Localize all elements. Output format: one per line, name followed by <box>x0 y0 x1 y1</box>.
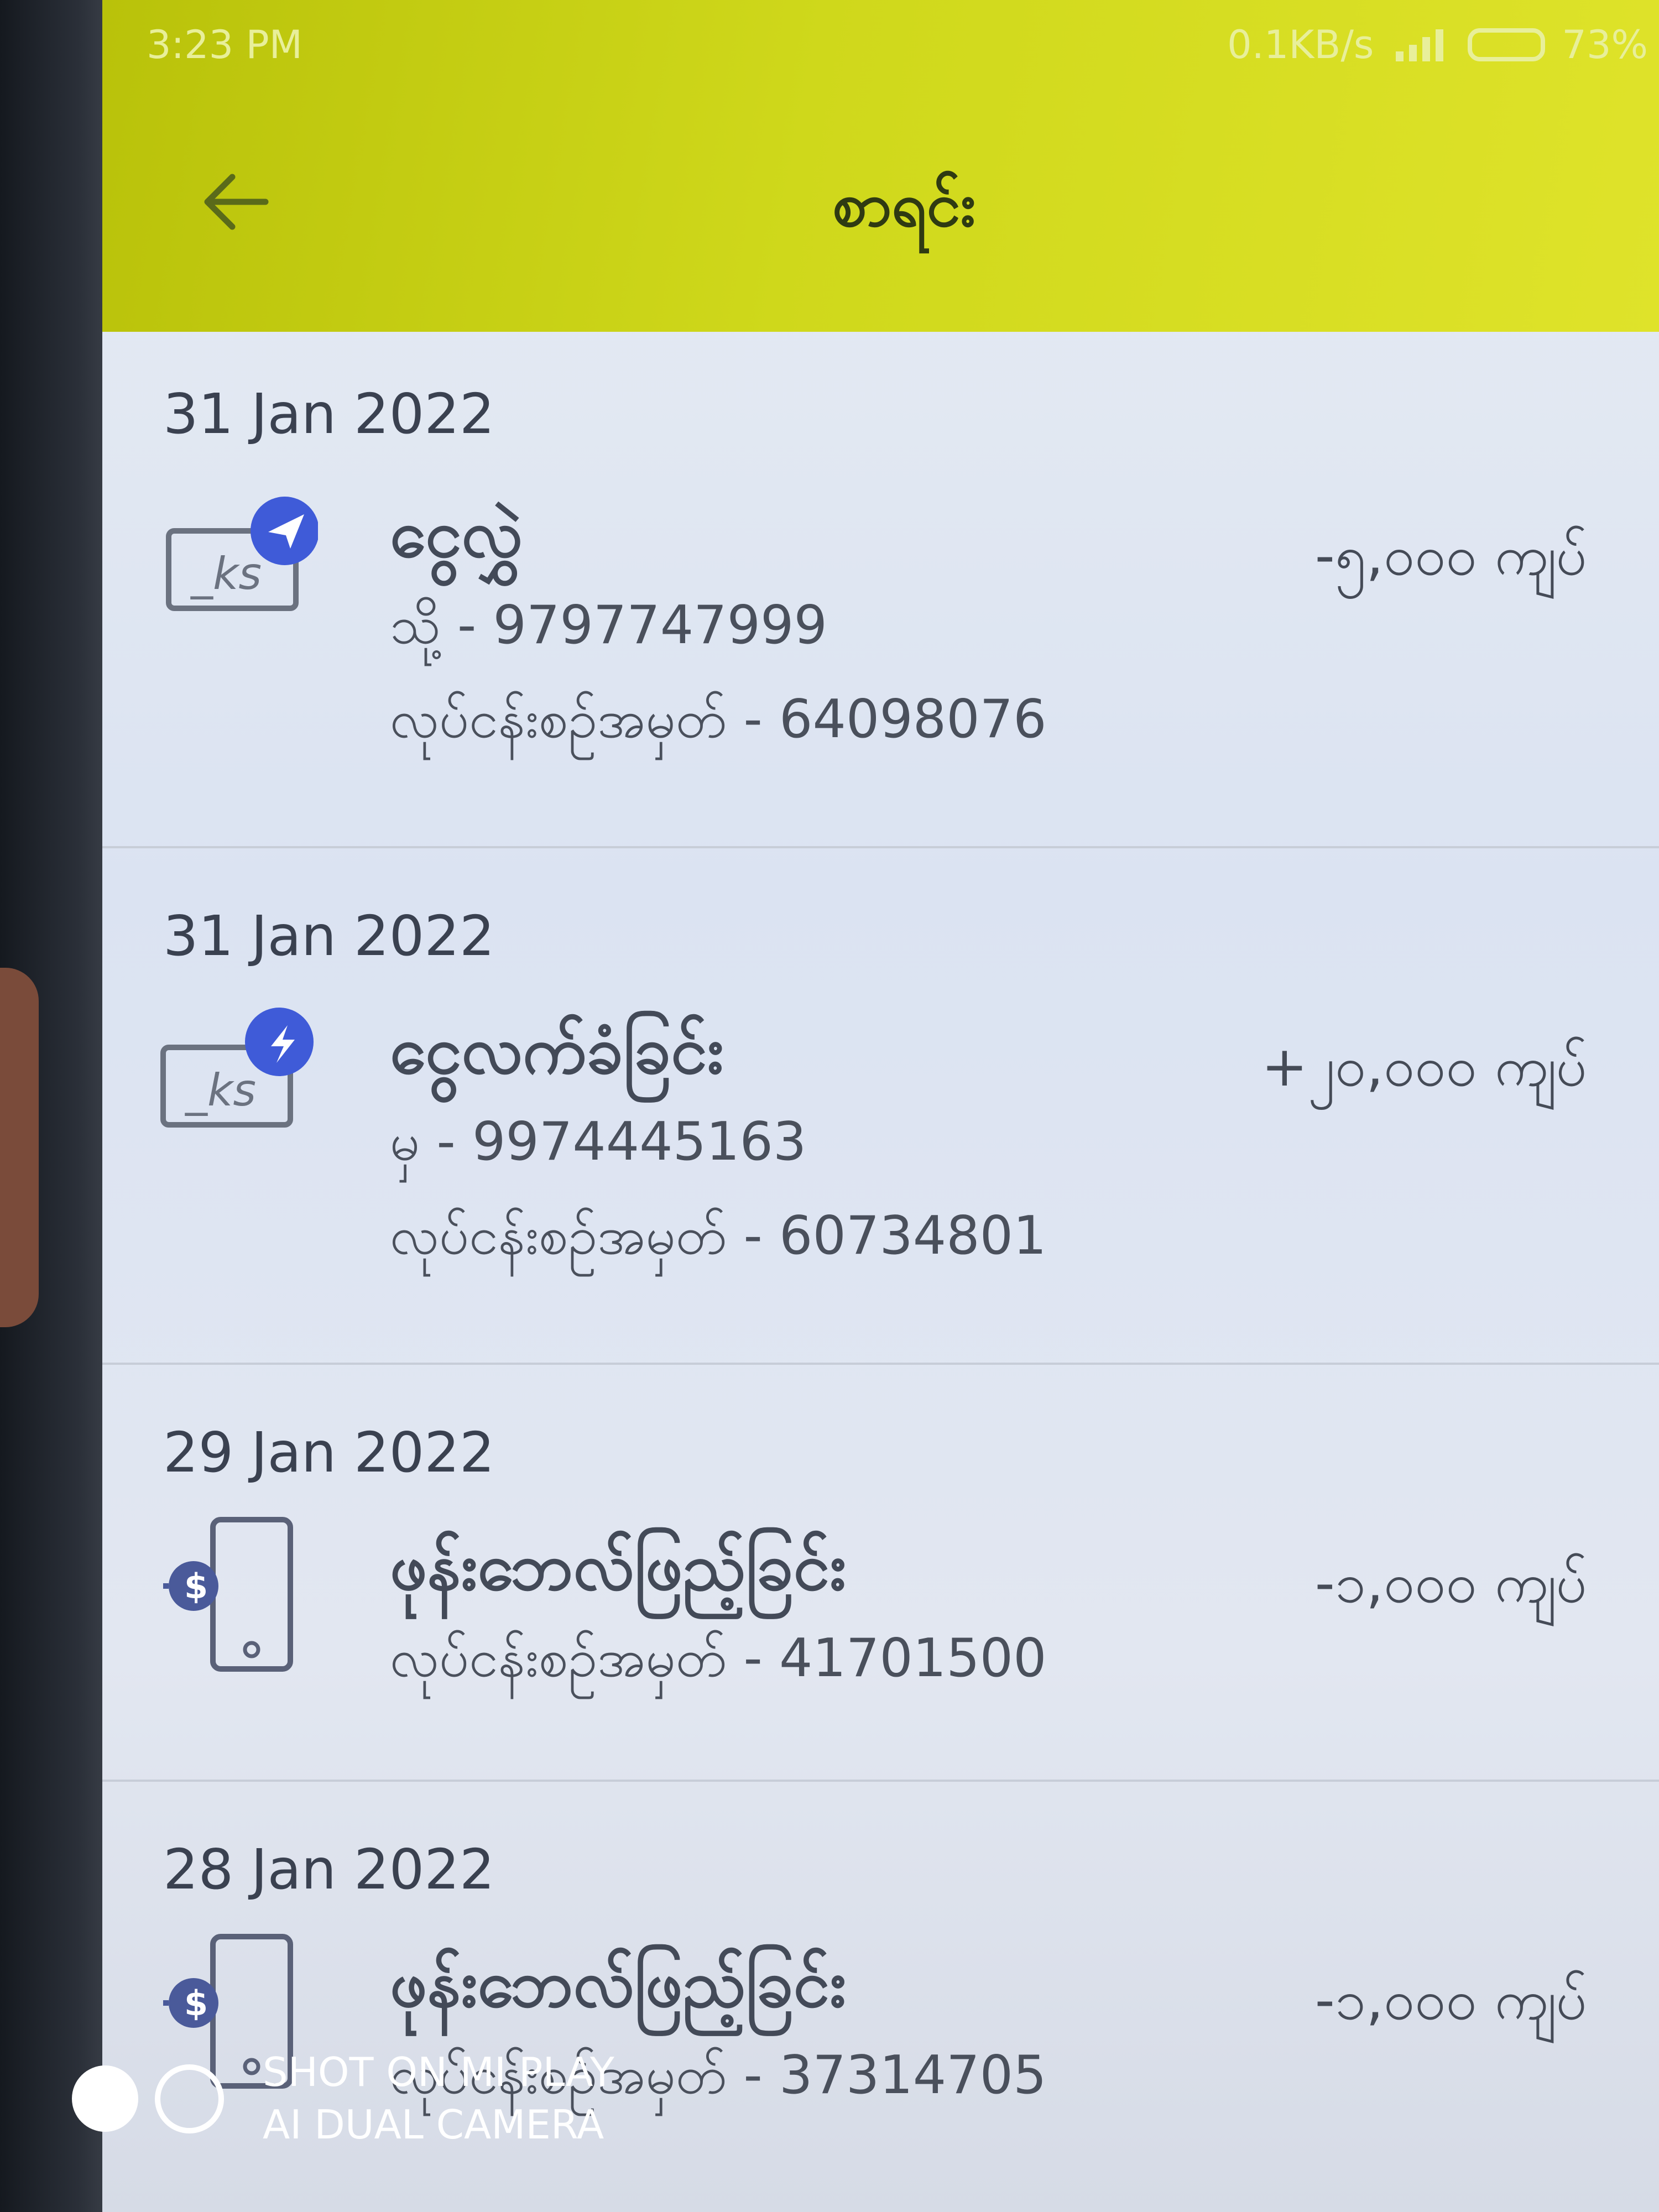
app-bar: 3:23 PM 0.1KB/s 73% စာရင်း <box>102 0 1659 332</box>
battery-icon <box>1468 28 1546 61</box>
page-title: စာရင်း <box>832 169 976 240</box>
watermark-ring-icon <box>155 2064 224 2133</box>
svg-text:$: $ <box>184 1983 208 2023</box>
transaction-amount: -၁,၀၀၀ ကျပ် <box>1314 1968 1587 2032</box>
status-indicators: 0.1KB/s 73% <box>1227 22 1648 67</box>
watermark-line-1: SHOT ON MI PLAY <box>263 2049 614 2095</box>
camera-watermark: SHOT ON MI PLAY AI DUAL CAMERA <box>72 2046 614 2151</box>
transaction-list: 31 Jan 2022 _ks ငွေလွှဲ သို့ - 979774799… <box>102 332 1659 2212</box>
ks-receive-icon: _ks <box>152 1003 318 1149</box>
battery-percent: 73% <box>1562 22 1648 67</box>
status-bar: 3:23 PM 0.1KB/s 73% <box>102 0 1659 88</box>
transaction-item[interactable]: 31 Jan 2022 _ks ငွေလက်ခံခြင်း မှ - 99744… <box>102 848 1659 1365</box>
status-time: 3:23 PM <box>147 22 303 67</box>
ks-send-icon: _ks <box>152 487 319 633</box>
watermark-text: SHOT ON MI PLAY AI DUAL CAMERA <box>263 2046 614 2151</box>
transaction-date: 31 Jan 2022 <box>163 904 495 968</box>
transaction-title: ဖုန်းဘေလ်ဖြည့်ခြင်း <box>390 1945 847 2022</box>
transaction-title: ငွေလက်ခံခြင်း <box>390 1012 724 1088</box>
transaction-amount: +၂၀,၀၀၀ ကျပ် <box>1261 1034 1587 1099</box>
transaction-counterparty: သို့ - 9797747999 <box>390 595 827 656</box>
app-screen: 3:23 PM 0.1KB/s 73% စာရင်း 31 Jan 2022 _… <box>102 0 1659 2212</box>
back-button[interactable] <box>180 160 290 243</box>
transaction-date: 31 Jan 2022 <box>163 382 495 446</box>
transaction-item[interactable]: 31 Jan 2022 _ks ငွေလွှဲ သို့ - 979774799… <box>102 332 1659 848</box>
network-speed: 0.1KB/s <box>1227 22 1374 67</box>
watermark-dot-icon <box>72 2065 138 2132</box>
phone-topup-icon: $ <box>152 1514 329 1682</box>
transaction-reference: လုပ်ငန်းစဉ်အမှတ် - 41701500 <box>390 1628 1047 1689</box>
svg-text:$: $ <box>184 1566 208 1606</box>
transaction-date: 29 Jan 2022 <box>163 1420 495 1485</box>
transaction-counterparty: မှ - 9974445163 <box>390 1112 807 1172</box>
signal-icon <box>1396 29 1444 61</box>
finger-shadow <box>0 968 39 1327</box>
transaction-amount: -၅,၀၀၀ ကျပ် <box>1314 523 1587 588</box>
transaction-item[interactable]: 29 Jan 2022 $ ဖုန်းဘေလ်ဖြည့်ခြင်း လုပ်ငန… <box>102 1365 1659 1782</box>
transaction-title: ဖုန်းဘေလ်ဖြည့်ခြင်း <box>390 1528 847 1605</box>
transaction-date: 28 Jan 2022 <box>163 1837 495 1902</box>
transaction-title: ငွေလွှဲ <box>390 495 523 572</box>
watermark-line-2: AI DUAL CAMERA <box>263 2101 604 2148</box>
transaction-reference: လုပ်ငန်းစဉ်အမှတ် - 60734801 <box>390 1206 1047 1266</box>
transaction-amount: -၁,၀၀၀ ကျပ် <box>1314 1551 1587 1615</box>
svg-text:_ks: _ks <box>185 1065 256 1116</box>
svg-text:_ks: _ks <box>190 548 262 599</box>
transaction-reference: လုပ်ငန်းစဉ်အမှတ် - 64098076 <box>390 689 1047 750</box>
arrow-left-icon <box>204 174 269 230</box>
